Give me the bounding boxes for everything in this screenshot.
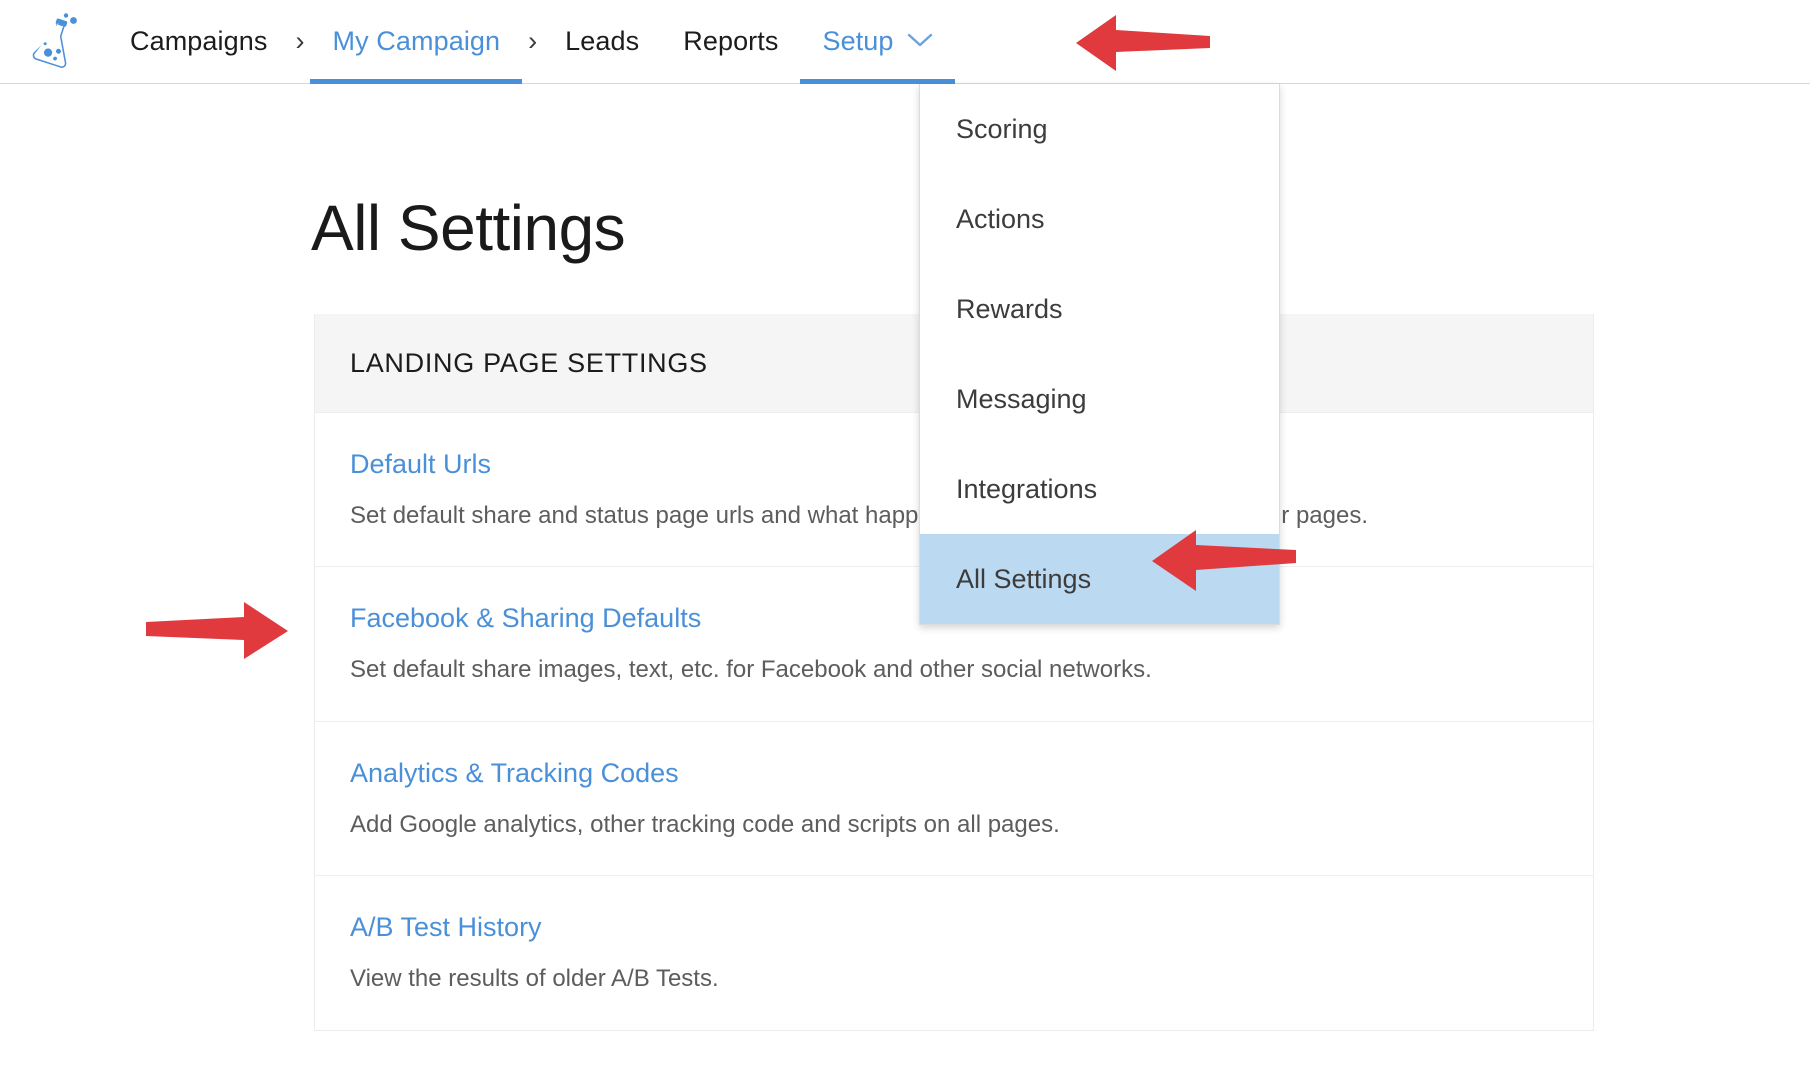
setting-link-default-urls[interactable]: Default Urls xyxy=(350,449,491,480)
dropdown-label-scoring: Scoring xyxy=(956,113,1048,144)
nav-item-leads[interactable]: Leads xyxy=(543,0,661,83)
dropdown-label-all-settings: All Settings xyxy=(956,563,1092,594)
top-navigation-bar: Campaigns › My Campaign › Leads Reports … xyxy=(0,0,1810,84)
nav-item-reports[interactable]: Reports xyxy=(661,0,800,83)
arrow-pointing-to-facebook-sharing xyxy=(144,600,290,667)
nav-items: Campaigns › My Campaign › Leads Reports … xyxy=(108,0,955,84)
dropdown-label-integrations: Integrations xyxy=(956,473,1098,504)
setting-link-analytics-tracking-codes[interactable]: Analytics & Tracking Codes xyxy=(350,758,679,789)
breadcrumb-separator-1: › xyxy=(295,26,305,56)
chevron-down-icon xyxy=(907,24,933,55)
dropdown-item-integrations[interactable]: Integrations xyxy=(920,444,1279,534)
breadcrumb-separator-2: › xyxy=(528,26,538,56)
dropdown-label-actions: Actions xyxy=(956,203,1045,234)
nav-label-setup: Setup xyxy=(822,26,894,56)
arrow-pointing-to-all-settings-item xyxy=(1148,528,1298,599)
setting-row-ab-test-history: A/B Test History View the results of old… xyxy=(315,875,1593,1029)
nav-label-reports: Reports xyxy=(683,26,779,56)
setting-desc-facebook-sharing-defaults: Set default share images, text, etc. for… xyxy=(350,656,1152,684)
app-logo[interactable] xyxy=(0,0,108,83)
setting-link-ab-test-history[interactable]: A/B Test History xyxy=(350,912,542,943)
page-title: All Settings xyxy=(311,191,626,264)
nav-label-my-campaign: My Campaign xyxy=(332,26,501,56)
dropdown-item-actions[interactable]: Actions xyxy=(920,174,1279,264)
arrow-pointing-to-setup-tab xyxy=(1072,12,1212,79)
setting-desc-analytics-tracking-codes: Add Google analytics, other tracking cod… xyxy=(350,810,1060,838)
setting-desc-ab-test-history: View the results of older A/B Tests. xyxy=(350,965,719,993)
flask-icon xyxy=(23,11,85,73)
dropdown-item-scoring[interactable]: Scoring xyxy=(920,84,1279,174)
nav-label-leads: Leads xyxy=(565,26,640,56)
setting-link-facebook-sharing-defaults[interactable]: Facebook & Sharing Defaults xyxy=(350,603,701,634)
dropdown-label-rewards: Rewards xyxy=(956,293,1063,324)
nav-item-campaigns[interactable]: Campaigns xyxy=(108,0,289,83)
nav-label-campaigns: Campaigns xyxy=(130,26,268,56)
dropdown-label-messaging: Messaging xyxy=(956,383,1087,414)
nav-item-my-campaign[interactable]: My Campaign xyxy=(310,0,522,84)
setting-row-analytics-tracking-codes: Analytics & Tracking Codes Add Google an… xyxy=(315,720,1593,875)
nav-item-setup[interactable]: Setup xyxy=(800,0,955,84)
dropdown-item-messaging[interactable]: Messaging xyxy=(920,354,1279,444)
dropdown-item-rewards[interactable]: Rewards xyxy=(920,264,1279,354)
